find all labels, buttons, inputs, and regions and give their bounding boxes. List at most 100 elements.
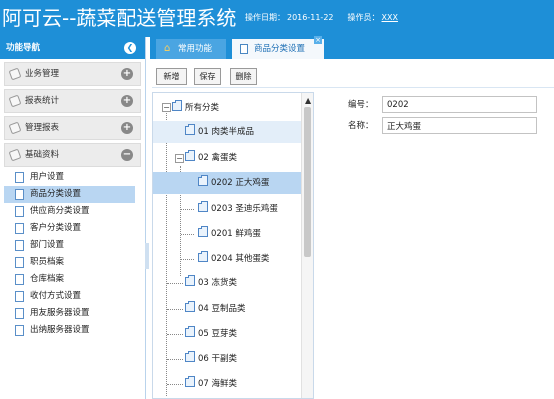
sidebar-item-yonyou-server[interactable]: 用友服务器设置 (4, 305, 135, 322)
tab-label: 常用功能 (178, 44, 213, 54)
expand-icon[interactable]: + (121, 122, 133, 134)
scrollbar-thumb[interactable] (304, 107, 311, 257)
sidebar-item-label: 用友服务器设置 (30, 308, 90, 318)
tree-node-label: 0203 圣迪乐鸡蛋 (211, 204, 278, 214)
sidebar-item-label: 商品分类设置 (30, 189, 82, 199)
close-icon[interactable]: × (314, 36, 322, 44)
sidebar-item-cashier-server[interactable]: 出纳服务器设置 (4, 322, 135, 339)
sidebar-item-label: 收付方式设置 (30, 291, 82, 301)
document-icon (15, 291, 24, 302)
tree-node[interactable]: 04 豆制品类 (185, 298, 246, 320)
tree-node-label: 所有分类 (185, 103, 220, 113)
nav-group-management-reports[interactable]: 管理报表 + (4, 116, 141, 140)
document-icon (15, 308, 24, 319)
tab-common-functions[interactable]: ⌂ 常用功能 (156, 39, 226, 59)
sidebar-item-label: 仓库档案 (30, 274, 65, 284)
collapse-root-icon[interactable]: − (162, 103, 171, 112)
tree-node[interactable]: 0204 其他蛋类 (198, 248, 269, 270)
toolbar: 新增 保存 删除 (152, 62, 554, 88)
document-icon (15, 189, 24, 200)
collapse-node-icon[interactable]: − (175, 154, 184, 163)
sidebar-item-label: 用户设置 (30, 172, 65, 182)
document-icon (15, 325, 24, 336)
nav-group-label: 业务管理 (25, 69, 60, 79)
save-button[interactable]: 保存 (194, 68, 221, 85)
sidebar-item-label: 客户分类设置 (30, 223, 82, 233)
tree-node-label: 02 禽蛋类 (198, 153, 238, 163)
code-row: 编号： (320, 96, 554, 114)
sidebar-item-label: 职员档案 (30, 257, 65, 267)
document-icon (15, 257, 24, 268)
tree-node[interactable]: 05 豆芽类 (185, 323, 237, 345)
tree-node[interactable]: 0201 鲜鸡蛋 (198, 223, 261, 245)
nav-group-label: 管理报表 (25, 123, 60, 133)
app-header: 阿可云--蔬菜配送管理系统 操作日期： 2016-11-22 操作员： XXX (0, 0, 554, 37)
sidebar-item-payment-methods[interactable]: 收付方式设置 (4, 288, 135, 305)
sidebar-item-label: 部门设置 (30, 240, 65, 250)
tree-node[interactable]: 03 冻货类 (185, 272, 237, 294)
basic-data-items: 用户设置 商品分类设置 供应商分类设置 客户分类设置 部门设置 职员档案 仓库档… (0, 169, 145, 339)
tab-label: 商品分类设置 (254, 44, 306, 54)
folder-icon (185, 150, 195, 161)
category-tree: − 所有分类 01 肉类半成品 − 02 禽蛋类 0202 正大鸡蛋 0203 … (152, 92, 314, 399)
collapse-sidebar-icon[interactable]: ❮ (124, 42, 136, 54)
tree-node-label: 07 海鲜类 (198, 379, 238, 389)
tree-scrollbar[interactable]: ▲ (301, 93, 313, 398)
tree-node-selected[interactable]: 0202 正大鸡蛋 (153, 172, 301, 194)
nav-group-business[interactable]: 业务管理 + (4, 62, 141, 86)
sidebar-item-supplier-category[interactable]: 供应商分类设置 (4, 203, 135, 220)
category-form: 编号： 名称： (320, 92, 554, 152)
date-value: 2016-11-22 (287, 13, 334, 22)
name-row: 名称： (320, 117, 554, 135)
sidebar-item-department[interactable]: 部门设置 (4, 237, 135, 254)
tree-node-root[interactable]: 所有分类 (172, 97, 300, 119)
sidebar-item-label: 出纳服务器设置 (30, 325, 90, 335)
tree-node[interactable]: 0203 圣迪乐鸡蛋 (198, 198, 278, 220)
folder-icon (198, 226, 208, 237)
code-field[interactable] (382, 96, 537, 113)
tree-node-label: 01 肉类半成品 (198, 127, 255, 137)
folder-icon (185, 376, 195, 387)
delete-button[interactable]: 删除 (230, 68, 257, 85)
expand-icon[interactable]: + (121, 95, 133, 107)
folder-icon (185, 124, 195, 135)
operator-label: 操作员： (347, 13, 380, 22)
nav-group-reports[interactable]: 报表统计 + (4, 89, 141, 113)
scroll-up-icon[interactable]: ▲ (305, 96, 311, 105)
code-label: 编号： (348, 100, 374, 110)
header-meta: 操作日期： 2016-11-22 操作员： XXX (245, 12, 400, 24)
nav-group-basic-data[interactable]: 基础资料 − (4, 143, 141, 167)
sidebar-item-label: 供应商分类设置 (30, 206, 90, 216)
operator-link[interactable]: XXX (382, 13, 398, 22)
sidebar-item-customer-category[interactable]: 客户分类设置 (4, 220, 135, 237)
document-icon (15, 223, 24, 234)
tree-node-label: 04 豆制品类 (198, 304, 246, 314)
nav-group-label: 基础资料 (25, 150, 60, 160)
name-field[interactable] (382, 117, 537, 134)
expand-icon[interactable]: + (121, 68, 133, 80)
sidebar-item-staff-records[interactable]: 职员档案 (4, 254, 135, 271)
name-label: 名称： (348, 121, 374, 131)
tab-product-category[interactable]: 商品分类设置 × (232, 36, 324, 59)
folder-icon (185, 326, 195, 337)
tag-icon (8, 67, 22, 81)
folder-icon (198, 201, 208, 212)
tree-node-label: 0202 正大鸡蛋 (211, 178, 270, 188)
tree-node[interactable]: 01 肉类半成品 (153, 121, 301, 143)
sidebar-item-warehouse-records[interactable]: 仓库档案 (4, 271, 135, 288)
tree-node[interactable]: 02 禽蛋类 (185, 147, 301, 169)
collapse-icon[interactable]: − (121, 149, 133, 161)
nav-group-label: 报表统计 (25, 96, 60, 106)
sidebar-resize-handle[interactable] (145, 243, 149, 269)
tree-node[interactable]: 07 海鲜类 (185, 373, 237, 395)
tree-node[interactable]: 06 干副类 (185, 348, 237, 370)
sidebar-item-product-category[interactable]: 商品分类设置 (4, 186, 135, 203)
document-icon (240, 44, 248, 54)
tree-node-label: 05 豆芽类 (198, 329, 238, 339)
sidebar-item-user-settings[interactable]: 用户设置 (4, 169, 135, 186)
new-button[interactable]: 新增 (156, 68, 187, 85)
tree-node-label: 03 冻货类 (198, 278, 238, 288)
app-title: 阿可云--蔬菜配送管理系统 (2, 6, 237, 30)
folder-icon (185, 301, 195, 312)
folder-icon (172, 100, 182, 111)
